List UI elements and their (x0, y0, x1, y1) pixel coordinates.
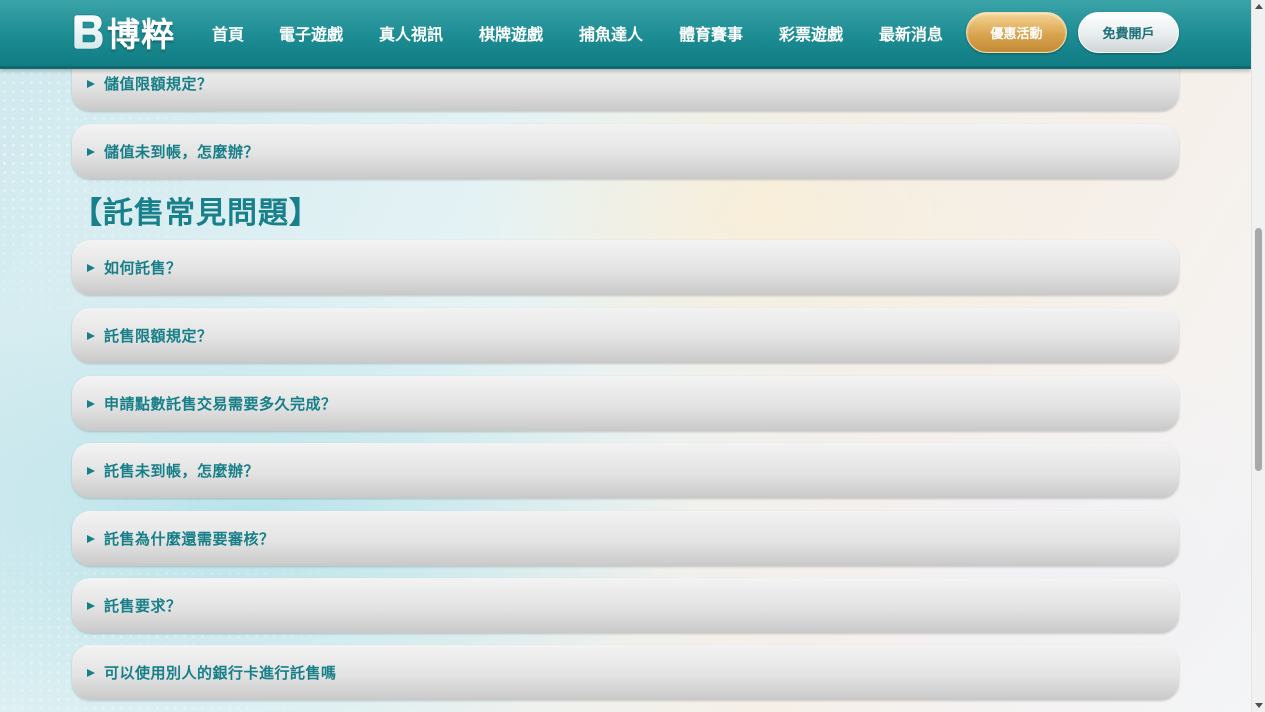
faq-question: 託售要求？ (104, 597, 182, 615)
page-scrollbar[interactable] (1251, 0, 1265, 712)
nav-item-fishing[interactable]: 捕魚達人 (579, 21, 643, 45)
faq-question: 可以使用別人的銀行卡進行託售嗎 (104, 664, 337, 682)
faq-item-consign-review[interactable]: 託售為什麼還需要審核？ (72, 511, 1179, 566)
faq-item-deposit-not-received[interactable]: 儲值未到帳，怎麼辦？ (72, 124, 1179, 179)
faq-item-consign-requirements[interactable]: 託售要求？ (72, 578, 1179, 633)
nav-item-live-casino[interactable]: 真人視訊 (379, 21, 443, 45)
faq-question: 申請點數託售交易需要多久完成？ (104, 395, 337, 413)
faq-question: 儲值限額規定？ (104, 75, 213, 93)
triangle-right-icon (87, 399, 95, 408)
faq-item-consign-duration[interactable]: 申請點數託售交易需要多久完成？ (72, 376, 1179, 431)
register-button[interactable]: 免費開戶 (1078, 12, 1179, 53)
nav-item-lottery[interactable]: 彩票遊戲 (779, 21, 843, 45)
triangle-right-icon (87, 668, 95, 677)
section-title-consignment-faq: 【託售常見問題】 (72, 196, 320, 231)
nav-item-slots[interactable]: 電子遊戲 (279, 21, 343, 45)
promotions-button[interactable]: 優惠活動 (966, 12, 1067, 53)
faq-question: 託售限額規定？ (104, 327, 213, 345)
nav-item-home[interactable]: 首頁 (212, 21, 244, 45)
nav-item-card-games[interactable]: 棋牌遊戲 (479, 21, 543, 45)
faq-item-how-to-consign[interactable]: 如何託售？ (72, 240, 1179, 295)
scroll-up-icon[interactable] (1255, 4, 1263, 9)
faq-item-consign-limit[interactable]: 託售限額規定？ (72, 308, 1179, 363)
faq-question: 儲值未到帳，怎麼辦？ (104, 143, 260, 161)
triangle-right-icon (87, 331, 95, 340)
faq-item-consign-not-received[interactable]: 託售未到帳，怎麼辦？ (72, 443, 1179, 498)
triangle-right-icon (87, 147, 95, 156)
faq-item-others-bank-card[interactable]: 可以使用別人的銀行卡進行託售嗎 (72, 645, 1179, 700)
faq-question: 如何託售？ (104, 259, 182, 277)
faq-question: 託售未到帳，怎麼辦？ (104, 462, 260, 480)
nav-item-sports[interactable]: 體育賽事 (679, 21, 743, 45)
triangle-right-icon (87, 263, 95, 272)
triangle-right-icon (87, 79, 95, 88)
triangle-right-icon (87, 601, 95, 610)
site-header: 博粹 首頁 電子遊戲 真人視訊 棋牌遊戲 捕魚達人 體育賽事 彩票遊戲 最新消息… (0, 0, 1251, 69)
nav-item-news[interactable]: 最新消息 (879, 21, 943, 45)
faq-question: 託售為什麼還需要審核？ (104, 530, 275, 548)
scrollbar-thumb[interactable] (1255, 228, 1262, 471)
triangle-right-icon (87, 466, 95, 475)
scroll-down-icon[interactable] (1255, 703, 1263, 708)
triangle-right-icon (87, 534, 95, 543)
